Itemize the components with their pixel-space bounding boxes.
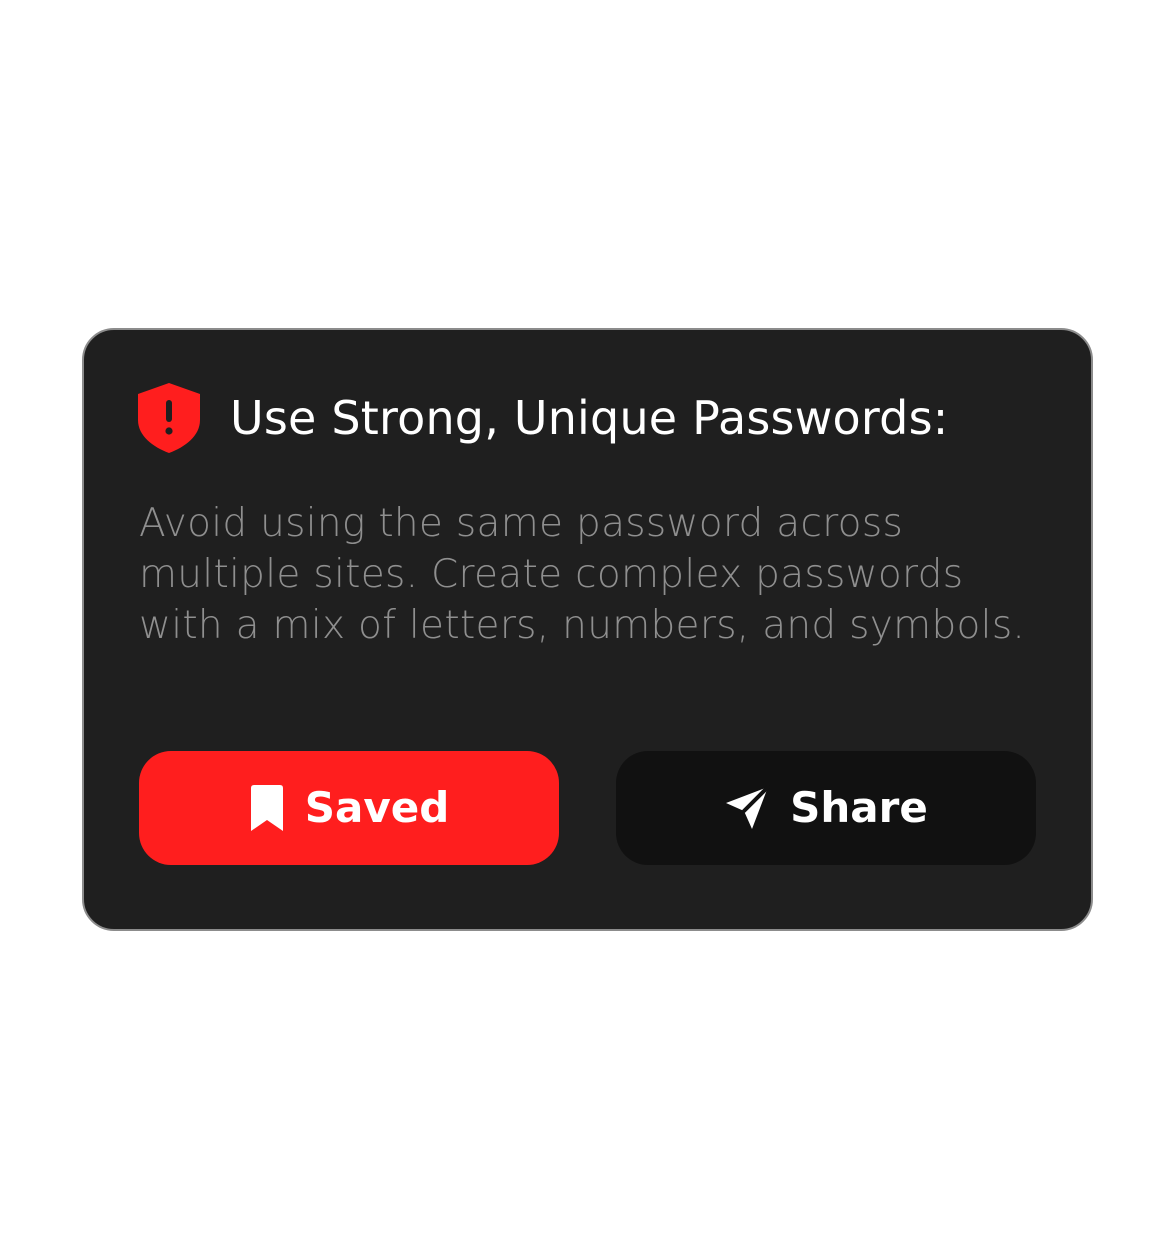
password-tip-card: Use Strong, Unique Passwords: Avoid usin… (82, 328, 1093, 931)
card-title: Use Strong, Unique Passwords: (230, 391, 949, 445)
bookmark-icon (250, 785, 283, 831)
share-button[interactable]: Share (616, 751, 1036, 865)
share-button-label: Share (790, 783, 928, 832)
send-icon (726, 785, 771, 829)
card-header: Use Strong, Unique Passwords: (137, 382, 948, 454)
card-description: Avoid using the same password across mul… (139, 501, 1026, 648)
saved-button[interactable]: Saved (139, 751, 559, 865)
shield-alert-icon (138, 383, 200, 453)
saved-button-label: Saved (304, 783, 450, 832)
